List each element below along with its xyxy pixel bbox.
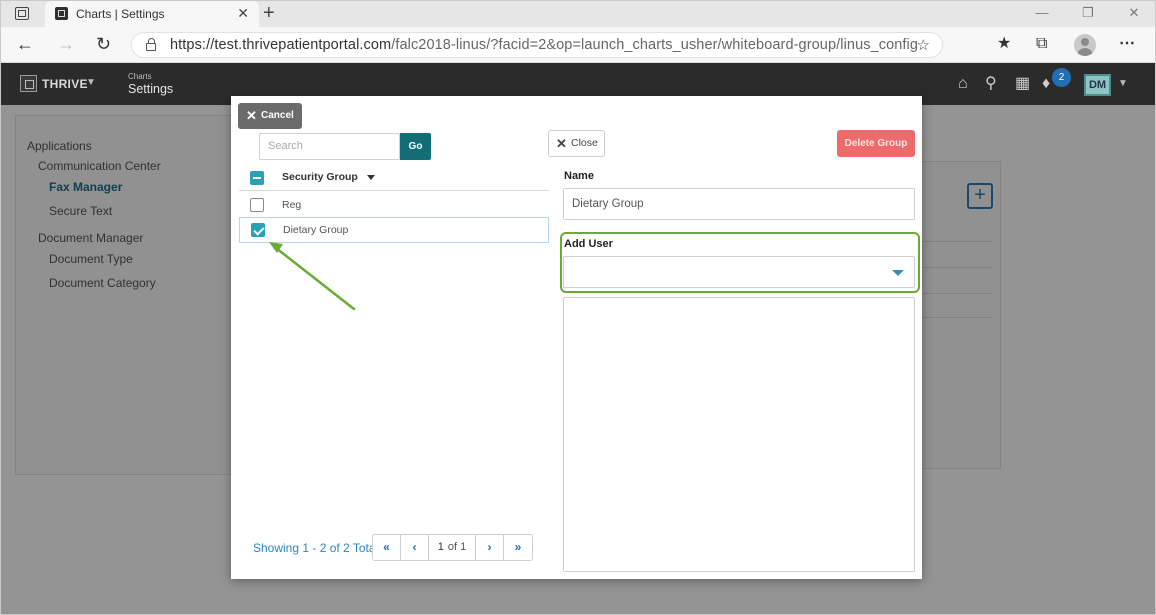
- search-icon[interactable]: ⚲: [985, 75, 997, 93]
- list-item[interactable]: Reg: [239, 192, 549, 218]
- sort-down-icon[interactable]: [367, 175, 375, 180]
- add-user-label: Add User: [564, 238, 613, 250]
- row-checkbox[interactable]: [251, 223, 265, 237]
- home-icon[interactable]: ⌂: [958, 75, 968, 93]
- tab-close-icon[interactable]: ✕: [237, 5, 249, 22]
- collections-icon[interactable]: ⧉: [1036, 35, 1047, 53]
- lock-icon[interactable]: [146, 38, 156, 51]
- url-field[interactable]: https://test.thrivepatientportal.com/fal…: [131, 32, 943, 58]
- cancel-label: Cancel: [261, 110, 294, 121]
- window-controls: — ❐ ✕: [1019, 1, 1155, 27]
- pagination: « ‹ 1 of 1 › »: [372, 534, 533, 561]
- previous-page-button[interactable]: ‹: [401, 535, 429, 560]
- page-number[interactable]: 1: [438, 541, 444, 553]
- tab-strip: Charts | Settings ✕ + — ❐ ✕: [1, 1, 1155, 27]
- chevron-down-icon: [892, 270, 904, 276]
- favorites-icon[interactable]: ★: [997, 35, 1011, 53]
- back-arrow-icon[interactable]: ←: [16, 34, 34, 54]
- url-text: https://test.thrivepatientportal.com/fal…: [170, 37, 918, 53]
- reload-icon[interactable]: ↻: [96, 34, 111, 54]
- group-name-field[interactable]: Dietary Group: [563, 188, 915, 220]
- row-checkbox[interactable]: [250, 198, 264, 212]
- delete-group-button[interactable]: Delete Group: [837, 130, 915, 157]
- avatar-caret-icon[interactable]: ▼: [1118, 78, 1128, 89]
- url-host: https://test.thrivepatientportal.com: [170, 37, 392, 53]
- address-bar-row: ← → ↻ https://test.thrivepatientportal.c…: [1, 27, 1155, 63]
- name-label: Name: [564, 170, 594, 182]
- brand-name[interactable]: THRIVE: [42, 77, 88, 91]
- avatar[interactable]: DM: [1084, 74, 1111, 96]
- apps-grid-icon[interactable]: ▦: [1015, 75, 1030, 93]
- close-icon: ✕: [556, 136, 567, 151]
- add-user-dropdown[interactable]: [563, 256, 915, 288]
- new-tab-button[interactable]: +: [263, 3, 275, 23]
- row-label: Dietary Group: [283, 224, 349, 236]
- last-page-button[interactable]: »: [504, 535, 532, 560]
- group-users-list[interactable]: [563, 297, 915, 572]
- close-icon: ✕: [246, 108, 257, 123]
- window-menu-icon[interactable]: [15, 7, 29, 20]
- add-favorite-icon[interactable]: ☆: [917, 36, 930, 54]
- list-header: Security Group: [239, 166, 549, 191]
- close-window-button[interactable]: ✕: [1111, 1, 1155, 27]
- thrive-logo-icon: [20, 75, 37, 92]
- restore-button[interactable]: ❐: [1065, 1, 1111, 27]
- search-input[interactable]: Search: [259, 133, 400, 160]
- more-menu-icon[interactable]: ⋯: [1119, 35, 1136, 53]
- thrive-favicon-icon: [55, 7, 68, 20]
- page-title: Settings: [128, 82, 174, 96]
- first-page-button[interactable]: «: [373, 535, 401, 560]
- tab-title: Charts | Settings: [76, 7, 165, 21]
- breadcrumb-parent: Charts: [128, 72, 152, 81]
- next-page-button[interactable]: ›: [476, 535, 504, 560]
- notification-badge: 2: [1052, 68, 1071, 87]
- minimize-button[interactable]: —: [1019, 1, 1065, 27]
- url-path: /falc2018-linus/?facid=2&op=launch_chart…: [391, 37, 919, 53]
- list-item[interactable]: Dietary Group: [239, 217, 549, 243]
- forward-arrow-icon[interactable]: →: [57, 34, 75, 54]
- row-label: Reg: [282, 199, 302, 211]
- edit-group-modal: ✕ Cancel Search Go ✕ Close Delete Group …: [231, 96, 922, 579]
- brand-caret-icon[interactable]: ▼: [86, 77, 96, 88]
- security-group-column-header[interactable]: Security Group: [282, 171, 358, 183]
- close-button[interactable]: ✕ Close: [548, 130, 605, 157]
- browser-window: Charts | Settings ✕ + — ❐ ✕ ← → ↻ https:…: [0, 0, 1156, 615]
- select-all-checkbox[interactable]: [250, 171, 264, 185]
- go-button[interactable]: Go: [400, 133, 431, 160]
- close-label: Close: [571, 137, 598, 149]
- pager-summary: Showing 1 - 2 of 2 Total: [253, 541, 379, 555]
- cancel-button[interactable]: ✕ Cancel: [238, 103, 302, 129]
- current-page: 1 of 1: [429, 535, 476, 560]
- profile-icon[interactable]: [1074, 34, 1096, 56]
- page-total: of 1: [447, 541, 467, 553]
- browser-tab[interactable]: Charts | Settings ✕: [45, 1, 259, 27]
- bell-icon[interactable]: ♦: [1042, 75, 1050, 93]
